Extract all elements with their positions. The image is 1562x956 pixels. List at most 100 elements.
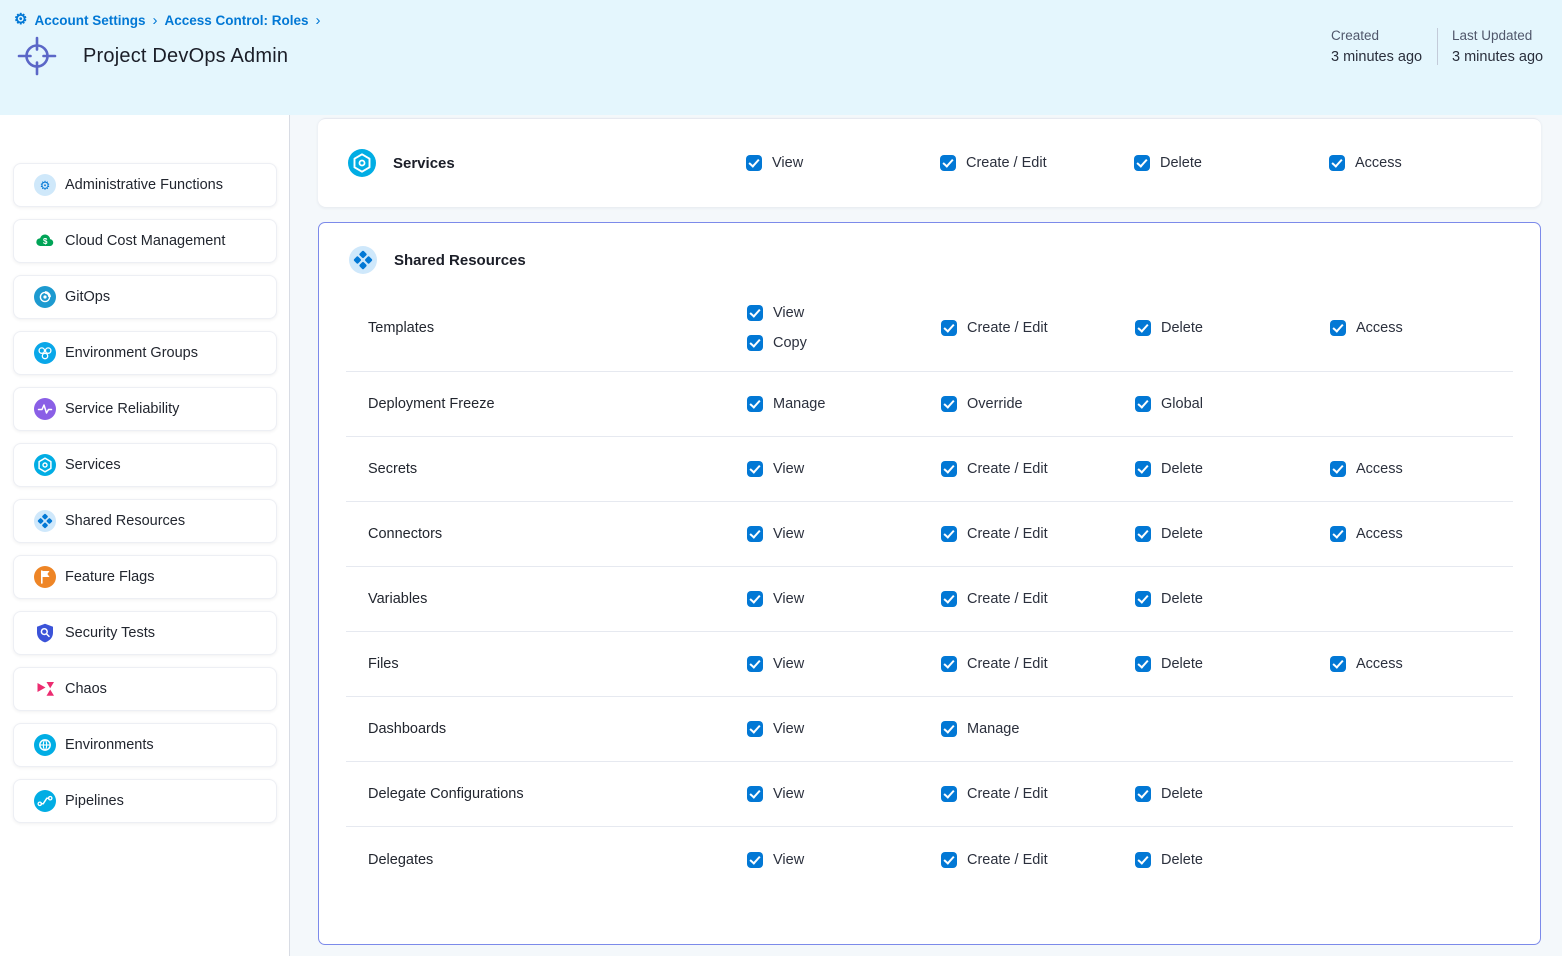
permission-checkbox-item[interactable]: Create / Edit	[941, 656, 1135, 672]
checkbox-checked-icon[interactable]	[747, 396, 763, 412]
permission-checkbox-item[interactable]: Delete	[1135, 656, 1330, 672]
checkbox-checked-icon[interactable]	[747, 335, 763, 351]
checkbox-checked-icon[interactable]	[1330, 656, 1346, 672]
sidebar-item-environment-groups[interactable]: Environment Groups	[13, 331, 277, 375]
sidebar-item-administrative-functions[interactable]: ⚙Administrative Functions	[13, 163, 277, 207]
permission-checkbox-item[interactable]: Manage	[941, 721, 1135, 737]
checkbox-checked-icon[interactable]	[1135, 852, 1151, 868]
sidebar-item-gitops[interactable]: GitOps	[13, 275, 277, 319]
permission-checkbox-item[interactable]: Delete	[1135, 526, 1330, 542]
checkbox-checked-icon[interactable]	[747, 591, 763, 607]
checkbox-checked-icon[interactable]	[1135, 656, 1151, 672]
permission-checkbox-item[interactable]: Access	[1330, 461, 1513, 477]
permission-checkbox-item[interactable]: Create / Edit	[941, 320, 1135, 336]
permission-checkbox-item[interactable]: View	[747, 852, 941, 868]
checkbox-checked-icon[interactable]	[1135, 526, 1151, 542]
checkbox-checked-icon[interactable]	[941, 396, 957, 412]
permission-checkbox-item[interactable]: Delete	[1135, 786, 1330, 802]
sidebar-item-environments[interactable]: Environments	[13, 723, 277, 767]
checkbox-checked-icon[interactable]	[1134, 155, 1150, 171]
checkbox-checked-icon[interactable]	[941, 852, 957, 868]
checkbox-checked-icon[interactable]	[747, 526, 763, 542]
permission-checkbox-item[interactable]: Create / Edit	[940, 155, 1134, 171]
checkbox-checked-icon[interactable]	[747, 461, 763, 477]
permission-checkbox-item[interactable]: Access	[1329, 155, 1541, 171]
checkbox-checked-icon[interactable]	[747, 721, 763, 737]
permission-checkbox-item[interactable]: Copy	[747, 335, 941, 351]
permission-cell: Create / Edit	[941, 650, 1135, 678]
sidebar-item-pipelines[interactable]: Pipelines	[13, 779, 277, 823]
permission-checkbox-item[interactable]: Manage	[747, 396, 941, 412]
permission-checkbox-item[interactable]: View	[747, 656, 941, 672]
checkbox-checked-icon[interactable]	[1330, 526, 1346, 542]
checkbox-checked-icon[interactable]	[747, 656, 763, 672]
sidebar-item-chaos[interactable]: Chaos	[13, 667, 277, 711]
permission-cell	[1330, 593, 1513, 605]
checkbox-checked-icon[interactable]	[747, 305, 763, 321]
checkbox-checked-icon[interactable]	[1135, 396, 1151, 412]
checkbox-checked-icon[interactable]	[747, 786, 763, 802]
permission-checkbox-item[interactable]: Create / Edit	[941, 526, 1135, 542]
checkbox-label: Access	[1356, 320, 1403, 336]
permission-cell: Delete	[1135, 846, 1330, 874]
permission-checkbox-item[interactable]: View	[747, 721, 941, 737]
checkbox-checked-icon[interactable]	[941, 526, 957, 542]
sidebar-item-feature-flags[interactable]: Feature Flags	[13, 555, 277, 599]
checkbox-checked-icon[interactable]	[941, 786, 957, 802]
checkbox-checked-icon[interactable]	[1135, 461, 1151, 477]
permission-checkbox-item[interactable]: Access	[1330, 656, 1513, 672]
checkbox-checked-icon[interactable]	[1330, 320, 1346, 336]
permission-checkbox-item[interactable]: View	[746, 155, 940, 171]
checkbox-checked-icon[interactable]	[941, 461, 957, 477]
breadcrumb-access-control-roles[interactable]: Access Control: Roles	[164, 13, 308, 28]
permission-checkbox-item[interactable]: Create / Edit	[941, 461, 1135, 477]
checkbox-label: View	[773, 305, 804, 321]
checkbox-checked-icon[interactable]	[941, 591, 957, 607]
permission-checkbox-item[interactable]: Create / Edit	[941, 591, 1135, 607]
checkbox-checked-icon[interactable]	[1135, 320, 1151, 336]
permission-cell: View	[747, 715, 941, 743]
permission-checkbox-item[interactable]: Create / Edit	[941, 852, 1135, 868]
pipelines-icon	[34, 790, 56, 812]
checkbox-checked-icon[interactable]	[747, 852, 763, 868]
checkbox-checked-icon[interactable]	[1329, 155, 1345, 171]
checkbox-label: View	[773, 786, 804, 802]
permission-checkbox-item[interactable]: View	[747, 526, 941, 542]
checkbox-checked-icon[interactable]	[1135, 786, 1151, 802]
checkbox-label: View	[773, 591, 804, 607]
permission-cell: Create / Edit	[941, 846, 1135, 874]
permission-checkbox-item[interactable]: View	[747, 591, 941, 607]
checkbox-checked-icon[interactable]	[941, 656, 957, 672]
permission-cell: View	[747, 455, 941, 483]
sidebar-item-cloud-cost-management[interactable]: $Cloud Cost Management	[13, 219, 277, 263]
permission-checkbox-item[interactable]: Delete	[1135, 852, 1330, 868]
permission-checkbox-item[interactable]: Access	[1330, 320, 1513, 336]
sidebar-item-services[interactable]: Services	[13, 443, 277, 487]
permission-checkbox-item[interactable]: Override	[941, 396, 1135, 412]
sidebar-item-service-reliability[interactable]: Service Reliability	[13, 387, 277, 431]
breadcrumb-account-settings[interactable]: Account Settings	[34, 13, 145, 28]
sidebar-item-security-tests[interactable]: Security Tests	[13, 611, 277, 655]
permission-cell: Create / Edit	[941, 780, 1135, 808]
permission-checkbox-item[interactable]: Access	[1330, 526, 1513, 542]
checkbox-checked-icon[interactable]	[941, 721, 957, 737]
checkbox-checked-icon[interactable]	[1330, 461, 1346, 477]
permission-checkbox-item[interactable]: Delete	[1135, 461, 1330, 477]
permission-checkbox-item[interactable]: Create / Edit	[941, 786, 1135, 802]
checkbox-checked-icon[interactable]	[746, 155, 762, 171]
permission-row-deployment-freeze: Deployment FreezeManageOverrideGlobal	[346, 372, 1513, 437]
permission-checkbox-item[interactable]: View	[747, 461, 941, 477]
permission-checkbox-item[interactable]: View	[747, 786, 941, 802]
checkbox-checked-icon[interactable]	[940, 155, 956, 171]
permission-checkbox-item[interactable]: Delete	[1135, 320, 1330, 336]
permission-checkbox-item[interactable]: Delete	[1134, 155, 1329, 171]
sidebar-item-label: Environments	[65, 737, 154, 753]
checkbox-checked-icon[interactable]	[1135, 591, 1151, 607]
permission-checkbox-item[interactable]: View	[747, 305, 941, 321]
page-header: ⚙ Account Settings › Access Control: Rol…	[0, 0, 1562, 115]
permission-checkbox-item[interactable]: Delete	[1135, 591, 1330, 607]
resource-label: Connectors	[346, 526, 747, 542]
sidebar-item-shared-resources[interactable]: Shared Resources	[13, 499, 277, 543]
checkbox-checked-icon[interactable]	[941, 320, 957, 336]
permission-checkbox-item[interactable]: Global	[1135, 396, 1330, 412]
